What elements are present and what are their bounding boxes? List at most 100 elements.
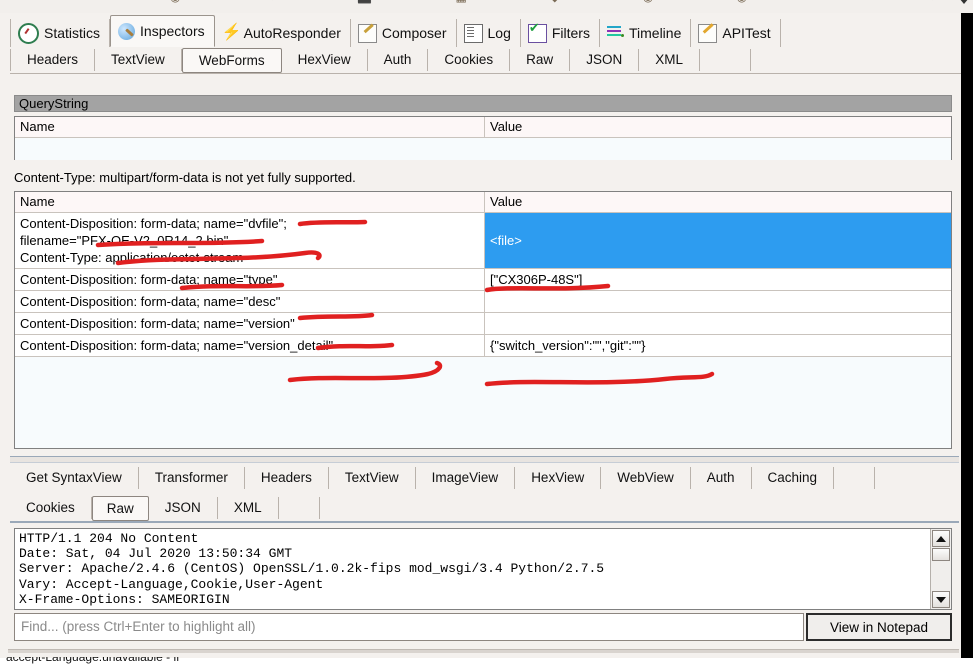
checkbox-icon — [527, 21, 547, 43]
raw-response-box[interactable]: HTTP/1.1 204 No Content Date: Sat, 04 Ju… — [14, 528, 952, 610]
response-tab-webview[interactable]: WebView — [601, 467, 691, 489]
response-tab-filler-row1 — [834, 467, 876, 489]
multipart-notice: Content-Type: multipart/form-data is not… — [14, 170, 356, 185]
tab-autoresponder-label: AutoResponder — [243, 25, 341, 41]
tab-apitest-label: APITest — [722, 25, 771, 41]
response-tab-cookies[interactable]: Cookies — [10, 497, 92, 519]
bottom-separator — [8, 649, 959, 653]
table-row[interactable]: Content-Disposition: form-data; name="ve… — [15, 313, 951, 335]
response-tab-bar-row2: Cookies Raw JSON XML — [10, 494, 961, 522]
request-tab-auth[interactable]: Auth — [368, 49, 429, 71]
webforms-grid-header: Name Value — [15, 192, 951, 213]
response-tab-headers[interactable]: Headers — [245, 467, 329, 489]
response-tab-hexview[interactable]: HexView — [515, 467, 602, 489]
response-tab-json[interactable]: JSON — [149, 497, 218, 519]
magnifier-icon — [118, 23, 136, 40]
table-row[interactable]: Content-Disposition: form-data; name="ty… — [15, 269, 951, 291]
table-row[interactable]: Content-Disposition: form-data; name="ve… — [15, 335, 951, 357]
querystring-col-name: Name — [15, 117, 485, 137]
webforms-cell-name: Content-Disposition: form-data; name="ty… — [15, 269, 485, 290]
list-page-icon — [463, 23, 483, 43]
request-tab-hexview[interactable]: HexView — [282, 49, 368, 71]
view-in-notepad-button[interactable]: View in Notepad — [806, 613, 952, 641]
triangle-down-icon — [936, 596, 946, 603]
response-tab-caching[interactable]: Caching — [752, 467, 835, 489]
tab-timeline-label: Timeline — [628, 25, 682, 41]
main-tab-bar: Statistics Inspectors ⚡ AutoResponder Co… — [10, 15, 961, 47]
tab-filters[interactable]: Filters — [521, 19, 600, 47]
response-tab-transformer[interactable]: Transformer — [139, 467, 245, 489]
tab-autoresponder[interactable]: ⚡ AutoResponder — [215, 19, 351, 47]
panel-splitter[interactable] — [10, 456, 959, 463]
request-tab-json[interactable]: JSON — [570, 49, 640, 71]
chevron-down-icon[interactable] — [959, 0, 969, 4]
pencil-page-icon — [698, 23, 718, 43]
tab-log-label: Log — [487, 25, 511, 41]
scroll-up-button[interactable] — [932, 530, 950, 547]
fiddler-window: ◉ ✎ ⬛ ▦ ◆ ◉ ◉ ✂ ✎ Statistics Inspectors … — [0, 0, 973, 664]
table-row[interactable]: Content-Disposition: form-data; name="dv… — [15, 213, 951, 269]
stopwatch-icon — [18, 22, 39, 44]
find-input[interactable]: Find... (press Ctrl+Enter to highlight a… — [14, 613, 804, 641]
webforms-cell-name: Content-Disposition: form-data; name="ve… — [15, 313, 485, 334]
bottom-clipped-label: accept-Language.unavailable - if — [6, 657, 180, 664]
inspector-panel: Statistics Inspectors ⚡ AutoResponder Co… — [0, 13, 961, 664]
webforms-cell-name: Content-Disposition: form-data; name="de… — [15, 291, 485, 312]
response-tab-auth[interactable]: Auth — [691, 467, 752, 489]
tab-composer[interactable]: Composer — [351, 19, 457, 47]
webforms-cell-value — [485, 291, 951, 312]
pencil-page-icon — [357, 23, 377, 43]
request-tab-textview[interactable]: TextView — [95, 49, 182, 71]
webforms-grid: Name Value Content-Disposition: form-dat… — [14, 191, 952, 449]
bottom-clipped-text: accept-Language.unavailable - if — [6, 657, 506, 671]
tab-statistics[interactable]: Statistics — [10, 19, 111, 47]
tab-inspectors[interactable]: Inspectors — [110, 15, 215, 47]
querystring-grid: Name Value — [14, 116, 952, 160]
response-tab-imageview[interactable]: ImageView — [416, 467, 516, 489]
raw-response-text: HTTP/1.1 204 No Content Date: Sat, 04 Ju… — [19, 531, 605, 607]
toolbar-icons: ◉ ✎ ⬛ ▦ ◆ ◉ ◉ ✂ ✎ — [170, 0, 973, 4]
response-tab-xml[interactable]: XML — [218, 497, 279, 519]
scrollbar-thumb[interactable] — [932, 548, 950, 561]
response-tab-bar-row1: Get SyntaxView Transformer Headers TextV… — [10, 464, 961, 492]
querystring-section-header: QueryString — [14, 95, 952, 112]
raw-response-scrollbar[interactable] — [930, 529, 951, 609]
request-tab-bar: Headers TextView WebForms HexView Auth C… — [10, 47, 961, 74]
request-tab-raw[interactable]: Raw — [510, 49, 571, 71]
response-tab-filler-row2 — [279, 497, 320, 519]
tab-statistics-label: Statistics — [44, 25, 101, 41]
response-tab-raw[interactable]: Raw — [91, 495, 149, 521]
webforms-col-name: Name — [15, 192, 485, 212]
tab-log[interactable]: Log — [457, 19, 521, 47]
webforms-col-value: Value — [490, 194, 523, 209]
request-tab-filler — [700, 49, 751, 71]
webforms-cell-name: Content-Disposition: form-data; name="dv… — [15, 213, 485, 268]
lightning-icon: ⚡ — [221, 23, 242, 41]
querystring-grid-header: Name Value — [15, 117, 951, 138]
response-tab-textview[interactable]: TextView — [329, 467, 416, 489]
tab-apitest[interactable]: APITest — [691, 19, 781, 47]
tab-timeline[interactable]: Timeline — [600, 19, 692, 47]
querystring-col-value: Value — [490, 119, 523, 134]
toolbar-strip: ◉ ✎ ⬛ ▦ ◆ ◉ ◉ ✂ ✎ — [0, 0, 973, 14]
window-right-edge — [961, 13, 973, 658]
tab-filters-label: Filters — [551, 25, 590, 41]
request-tab-xml[interactable]: XML — [639, 49, 700, 71]
webforms-cell-value: <file> — [485, 213, 951, 268]
querystring-empty-row[interactable] — [15, 138, 951, 160]
tab-composer-label: Composer — [381, 25, 447, 41]
webforms-cell-value — [485, 313, 951, 334]
webforms-cell-value: {"switch_version":"","git":""} — [490, 338, 646, 353]
response-separator — [10, 521, 959, 523]
table-row[interactable]: Content-Disposition: form-data; name="de… — [15, 291, 951, 313]
webforms-grid-filler — [15, 357, 951, 397]
scroll-down-button[interactable] — [932, 591, 950, 608]
request-tab-headers[interactable]: Headers — [10, 49, 96, 71]
request-tab-webforms[interactable]: WebForms — [181, 47, 282, 73]
tab-inspectors-label: Inspectors — [140, 23, 205, 39]
triangle-up-icon — [936, 535, 946, 542]
request-tab-cookies[interactable]: Cookies — [428, 49, 511, 71]
webforms-cell-value: ["CX306P-48S"] — [490, 272, 583, 287]
timeline-icon — [606, 25, 624, 42]
response-tab-get-syntaxview[interactable]: Get SyntaxView — [10, 467, 139, 489]
